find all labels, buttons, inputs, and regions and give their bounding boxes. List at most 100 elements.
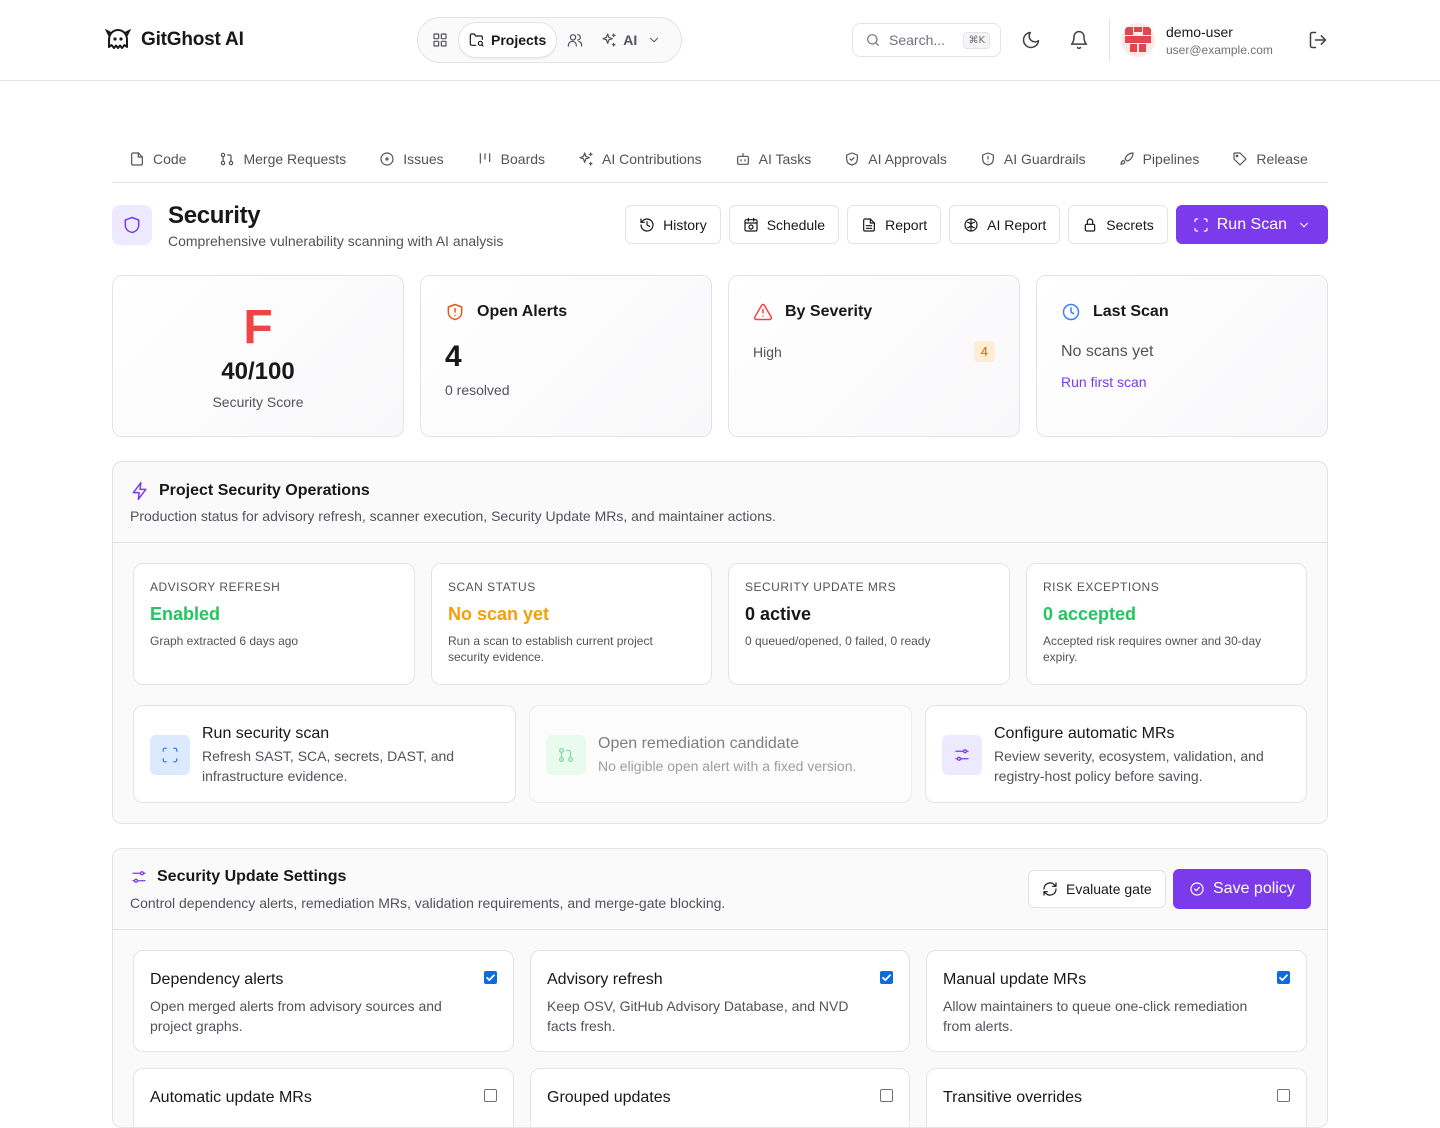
schedule-button[interactable]: Schedule xyxy=(728,205,840,244)
action-desc: Review severity, ecosystem, validation, … xyxy=(994,748,1264,784)
op-value: 0 accepted xyxy=(1043,604,1137,624)
setting-title: Dependency alerts xyxy=(150,971,284,988)
setting-checkbox[interactable] xyxy=(484,1089,497,1102)
brand[interactable]: GitGhost AI xyxy=(104,26,244,54)
calendar-clock-icon xyxy=(744,217,758,232)
search-input[interactable]: Search... ⌘K xyxy=(852,23,1001,57)
alert-triangle-icon xyxy=(753,303,773,321)
tab-ai-contributions[interactable]: AI Contributions xyxy=(561,142,718,176)
setting-automatic-update-mrs[interactable]: Automatic update MRs xyxy=(133,1068,514,1127)
last-scan-card: Last Scan No scans yet Run first scan xyxy=(1036,275,1328,437)
severity-count-badge: 4 xyxy=(973,341,995,362)
ai-nav-dropdown[interactable]: AI xyxy=(593,22,669,58)
notifications-button[interactable] xyxy=(1069,30,1089,50)
op-note: Run a scan to establish current project … xyxy=(448,634,653,664)
shield-alert-icon xyxy=(447,303,463,321)
avatar[interactable] xyxy=(1121,23,1155,57)
open-remediation-action[interactable]: Open remediation candidate No eligible o… xyxy=(529,705,912,803)
chevron-down-icon xyxy=(1299,222,1309,227)
rocket-icon xyxy=(1119,152,1134,165)
moon-icon xyxy=(1022,31,1040,49)
save-policy-button[interactable]: Save policy xyxy=(1173,869,1311,909)
team-nav-button[interactable] xyxy=(557,22,593,58)
configure-action-icon xyxy=(942,735,982,775)
schedule-label: Schedule xyxy=(766,216,826,233)
sliders-icon xyxy=(955,749,969,761)
projects-nav-button[interactable]: Projects xyxy=(458,22,558,58)
tab-label: Merge Requests xyxy=(243,151,347,167)
severity-level: High xyxy=(753,343,782,360)
logout-button[interactable] xyxy=(1308,30,1328,50)
tab-label: AI Contributions xyxy=(602,151,702,167)
refresh-icon xyxy=(1043,882,1057,896)
setting-title: Manual update MRs xyxy=(943,971,1087,988)
check-circle-icon xyxy=(1190,882,1204,896)
configure-automatic-mrs-action[interactable]: Configure automatic MRs Review severity,… xyxy=(925,705,1307,803)
setting-desc: Open merged alerts from advisory sources… xyxy=(150,998,442,1034)
run-security-scan-action[interactable]: Run security scan Refresh SAST, SCA, sec… xyxy=(133,705,516,803)
action-desc: Refresh SAST, SCA, secrets, DAST, and in… xyxy=(202,748,455,784)
bot-icon xyxy=(736,153,749,165)
op-value: Enabled xyxy=(150,604,221,624)
search-shortcut: ⌘K xyxy=(963,31,990,49)
grid-icon xyxy=(433,33,447,47)
setting-checkbox[interactable] xyxy=(880,1089,893,1102)
setting-title: Transitive overrides xyxy=(943,1089,1083,1106)
tab-ai-guardrails[interactable]: AI Guardrails xyxy=(963,142,1102,176)
security-update-settings-section: Security Update Settings Control depende… xyxy=(112,848,1328,1128)
setting-manual-update-mrs[interactable]: Manual update MRs Allow maintainers to q… xyxy=(926,950,1307,1052)
scan-icon xyxy=(1194,217,1208,232)
security-update-mrs-card: Security Update MRs 0 active 0 queued/op… xyxy=(728,563,1010,685)
shield-icon xyxy=(124,216,140,234)
risk-exceptions-card: Risk exceptions 0 accepted Accepted risk… xyxy=(1026,563,1307,685)
tab-pipelines[interactable]: Pipelines xyxy=(1102,142,1216,176)
tab-merge-requests[interactable]: Merge Requests xyxy=(202,142,362,176)
setting-dependency-alerts[interactable]: Dependency alerts Open merged alerts fro… xyxy=(133,950,514,1052)
setting-advisory-refresh[interactable]: Advisory refresh Keep OSV, GitHub Adviso… xyxy=(530,950,910,1052)
setting-checkbox[interactable] xyxy=(1277,971,1290,984)
users-icon xyxy=(567,34,583,47)
evaluate-gate-label: Evaluate gate xyxy=(1066,881,1152,897)
search-icon xyxy=(867,34,879,46)
settings-title: Security Update Settings xyxy=(157,868,347,885)
tab-code[interactable]: Code xyxy=(112,142,202,176)
setting-checkbox[interactable] xyxy=(1277,1089,1290,1102)
user-name: demo-user xyxy=(1166,24,1233,40)
tab-ai-approvals[interactable]: AI Approvals xyxy=(827,142,963,176)
setting-desc: Allow maintainers to queue one-click rem… xyxy=(943,998,1248,1034)
severity-card: By Severity High 4 xyxy=(728,275,1020,437)
check-icon xyxy=(1279,974,1288,981)
action-title: Configure automatic MRs xyxy=(994,725,1175,742)
tab-release[interactable]: Release xyxy=(1215,142,1323,176)
remediation-action-icon xyxy=(546,735,586,775)
header-actions: History Schedule Report AI Report Secret… xyxy=(625,205,1328,244)
dashboard-nav-button[interactable] xyxy=(422,22,458,58)
theme-toggle-button[interactable] xyxy=(1021,30,1041,50)
run-scan-button[interactable]: Run Scan xyxy=(1175,205,1328,244)
run-first-scan-link[interactable]: Run first scan xyxy=(1061,374,1147,390)
tab-issues[interactable]: Issues xyxy=(362,142,459,176)
ai-report-button[interactable]: AI Report xyxy=(949,205,1061,244)
setting-checkbox[interactable] xyxy=(484,971,497,984)
zap-icon xyxy=(132,481,147,501)
secrets-button[interactable]: Secrets xyxy=(1068,205,1168,244)
advisory-refresh-card: Advisory refresh Enabled Graph extracted… xyxy=(133,563,415,685)
setting-checkbox[interactable] xyxy=(880,971,893,984)
lock-icon xyxy=(1084,217,1096,232)
ai-nav-label: AI xyxy=(623,32,638,48)
report-button[interactable]: Report xyxy=(847,205,942,244)
ghost-logo-icon xyxy=(104,28,132,49)
evaluate-gate-button[interactable]: Evaluate gate xyxy=(1028,870,1166,908)
tab-ai-tasks[interactable]: AI Tasks xyxy=(718,142,828,176)
tab-label: AI Guardrails xyxy=(1003,151,1086,167)
tab-boards[interactable]: Boards xyxy=(460,142,561,176)
setting-transitive-overrides[interactable]: Transitive overrides xyxy=(926,1068,1307,1127)
identicon-avatar-icon xyxy=(1121,23,1155,57)
scan-status-card: Scan status No scan yet Run a scan to es… xyxy=(431,563,712,685)
op-note: 0 queued/opened, 0 failed, 0 ready xyxy=(745,634,931,648)
setting-grouped-updates[interactable]: Grouped updates xyxy=(530,1068,910,1127)
tab-label: Boards xyxy=(500,151,546,167)
user-email: user@example.com xyxy=(1166,43,1273,57)
op-label: Security Update MRs xyxy=(745,580,897,594)
history-button[interactable]: History xyxy=(625,205,721,244)
